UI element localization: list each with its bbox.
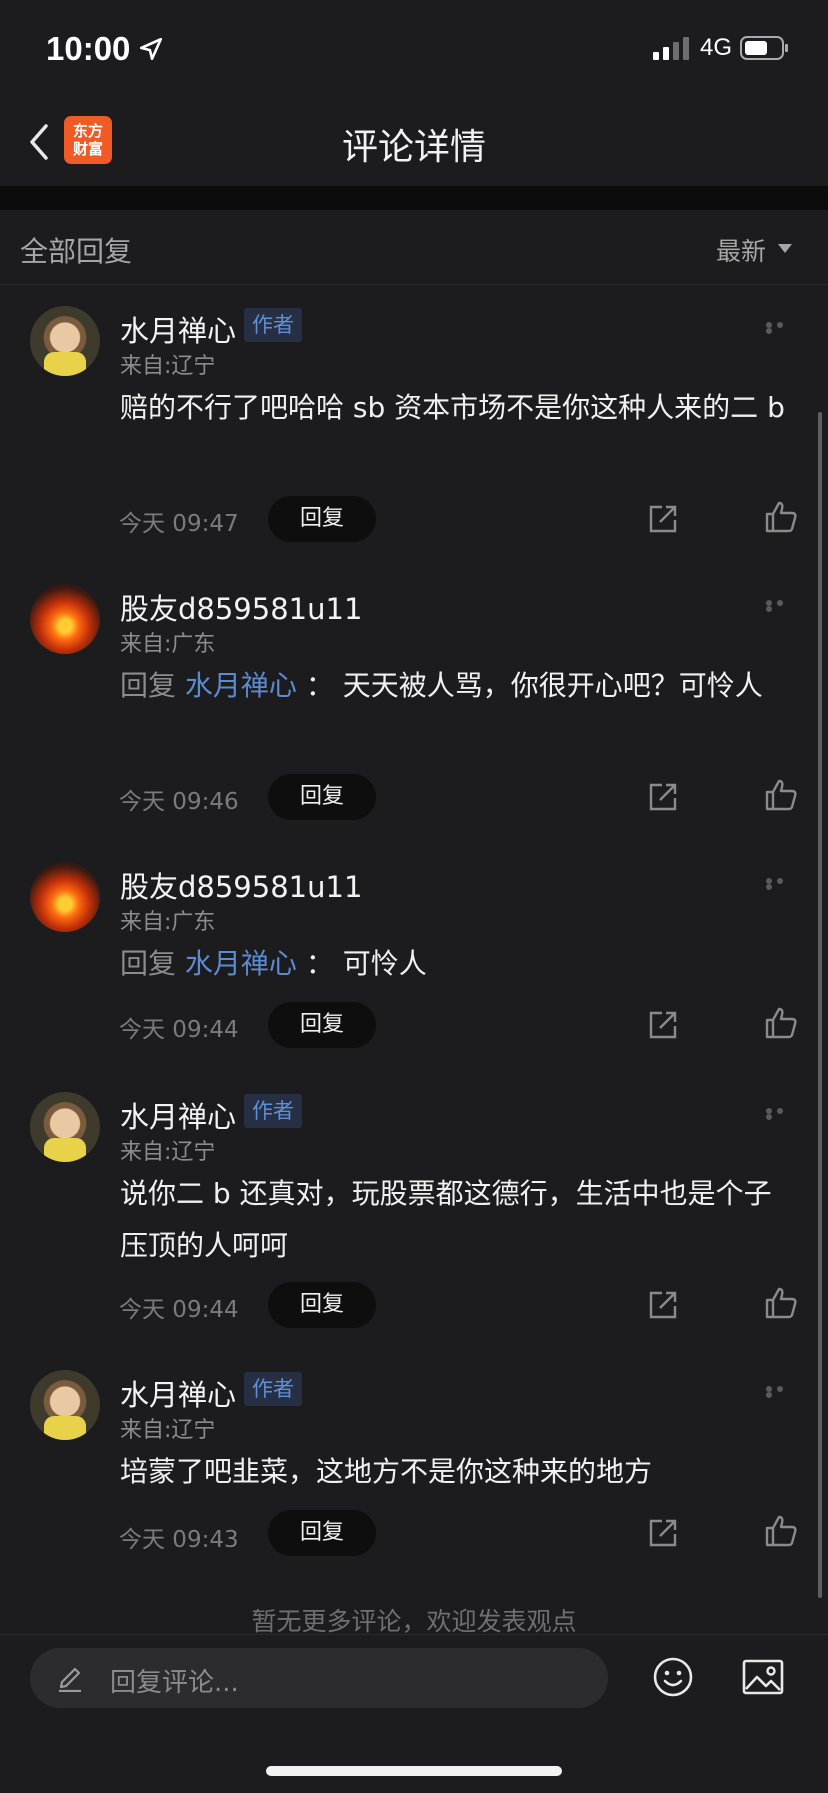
signal-icon — [653, 37, 689, 60]
comment-body: 说你二 b 还真对，玩股票都这德行，生活中也是个子压顶的人呵呵 — [120, 1177, 772, 1262]
reply-colon: ： — [305, 947, 334, 980]
scrollbar[interactable] — [818, 412, 822, 1598]
comment-body: 天天被人骂，你很开心吧？可怜人 — [342, 669, 763, 702]
comment-item: 股友d859581u11 来自:广东 回复 水月禅心 ： 可怜人 今天 09:4… — [0, 842, 828, 1066]
comment-time: 今天 09:44 — [119, 1017, 239, 1043]
share-icon[interactable] — [646, 780, 680, 814]
pencil-icon — [59, 1667, 81, 1692]
thumbs-up-icon[interactable] — [764, 1286, 798, 1320]
reply-target-link[interactable]: 水月禅心 — [185, 669, 297, 702]
network-type: 4G — [700, 34, 733, 61]
section-title: 全部回复 — [20, 235, 133, 268]
comment-body: 赔的不行了吧哈哈 sb 资本市场不是你这种人来的二 b — [120, 391, 785, 424]
comment-item: 股友d859581u11 来自:广东 回复 水月禅心 ： 天天被人骂，你很开心吧… — [0, 564, 828, 842]
share-icon[interactable] — [646, 1008, 680, 1042]
reply-button[interactable]: 回复 — [268, 496, 376, 542]
comment-author[interactable]: 股友d859581u11 — [120, 586, 362, 628]
more-dots-icon[interactable] — [766, 878, 796, 890]
page-title: 评论详情 — [341, 127, 486, 168]
author-badge: 作者 — [244, 1094, 302, 1128]
share-icon[interactable] — [646, 1288, 680, 1322]
avatar[interactable] — [30, 1092, 100, 1162]
reply-input-placeholder: 回复评论... — [110, 1668, 239, 1698]
comment-location: 来自:辽宁 — [120, 1140, 216, 1165]
comment-author[interactable]: 股友d859581u11 — [120, 864, 362, 906]
reply-button[interactable]: 回复 — [268, 1282, 376, 1328]
comment-location: 来自:广东 — [120, 632, 216, 657]
reply-prefix: 回复 — [120, 669, 177, 702]
reply-button[interactable]: 回复 — [268, 774, 376, 820]
reply-target-link[interactable]: 水月禅心 — [185, 947, 297, 980]
comment-time: 今天 09:43 — [119, 1527, 239, 1553]
avatar[interactable] — [30, 306, 100, 376]
reply-colon: ： — [305, 669, 334, 702]
avatar[interactable] — [30, 1370, 100, 1440]
comment-text: 培蒙了吧韭菜，这地方不是你这种来的地方 — [120, 1446, 790, 1498]
comment-location: 来自:辽宁 — [120, 1418, 216, 1443]
comment-item: 水月禅心 作者 来自:辽宁 赔的不行了吧哈哈 sb 资本市场不是你这种人来的二 … — [0, 286, 828, 564]
more-dots-icon[interactable] — [766, 1108, 796, 1120]
comment-location: 来自:辽宁 — [120, 354, 216, 379]
thumbs-up-icon[interactable] — [764, 1514, 798, 1548]
comment-time: 今天 09:47 — [119, 511, 239, 537]
battery-icon — [740, 36, 788, 60]
comment-author[interactable]: 水月禅心 — [120, 308, 236, 350]
status-time: 10:00 — [46, 30, 131, 67]
author-badge: 作者 — [244, 1372, 302, 1406]
avatar[interactable] — [30, 862, 100, 932]
thumbs-up-icon[interactable] — [764, 778, 798, 812]
comment-body: 培蒙了吧韭菜，这地方不是你这种来的地方 — [120, 1455, 653, 1488]
emoji-icon[interactable] — [652, 1656, 694, 1698]
share-icon[interactable] — [646, 502, 680, 536]
comment-item: 水月禅心 作者 来自:辽宁 说你二 b 还真对，玩股票都这德行，生活中也是个子压… — [0, 1072, 828, 1350]
sort-caret-icon[interactable] — [778, 244, 792, 253]
comment-location: 来自:广东 — [120, 910, 216, 935]
avatar[interactable] — [30, 584, 100, 654]
author-badge: 作者 — [244, 308, 302, 342]
comment-author[interactable]: 水月禅心 — [120, 1372, 236, 1414]
comment-body: 可怜人 — [342, 947, 427, 980]
thumbs-up-icon[interactable] — [764, 500, 798, 534]
no-more-comments-note: 暂无更多评论，欢迎发表观点 — [251, 1607, 577, 1636]
more-dots-icon[interactable] — [766, 322, 796, 334]
comment-text: 说你二 b 还真对，玩股票都这德行，生活中也是个子压顶的人呵呵 — [120, 1168, 790, 1272]
sort-dropdown[interactable]: 最新 — [716, 232, 766, 268]
location-arrow-icon — [139, 37, 163, 61]
more-dots-icon[interactable] — [766, 1386, 796, 1398]
divider-band — [0, 186, 828, 210]
comment-author[interactable]: 水月禅心 — [120, 1094, 236, 1136]
reply-prefix: 回复 — [120, 947, 177, 980]
comment-text: 回复 水月禅心 ： 可怜人 — [120, 938, 790, 990]
more-dots-icon[interactable] — [766, 600, 796, 612]
comment-text: 赔的不行了吧哈哈 sb 资本市场不是你这种人来的二 b — [120, 382, 790, 434]
home-indicator[interactable] — [266, 1766, 562, 1776]
comment-text: 回复 水月禅心 ： 天天被人骂，你很开心吧？可怜人 — [120, 660, 790, 712]
share-icon[interactable] — [646, 1516, 680, 1550]
thumbs-up-icon[interactable] — [764, 1006, 798, 1040]
comment-item: 水月禅心 作者 来自:辽宁 培蒙了吧韭菜，这地方不是你这种来的地方 今天 09:… — [0, 1350, 828, 1580]
image-icon[interactable] — [742, 1658, 784, 1698]
comment-time: 今天 09:44 — [119, 1297, 239, 1323]
comment-time: 今天 09:46 — [119, 789, 239, 815]
reply-button[interactable]: 回复 — [268, 1510, 376, 1556]
reply-button[interactable]: 回复 — [268, 1002, 376, 1048]
